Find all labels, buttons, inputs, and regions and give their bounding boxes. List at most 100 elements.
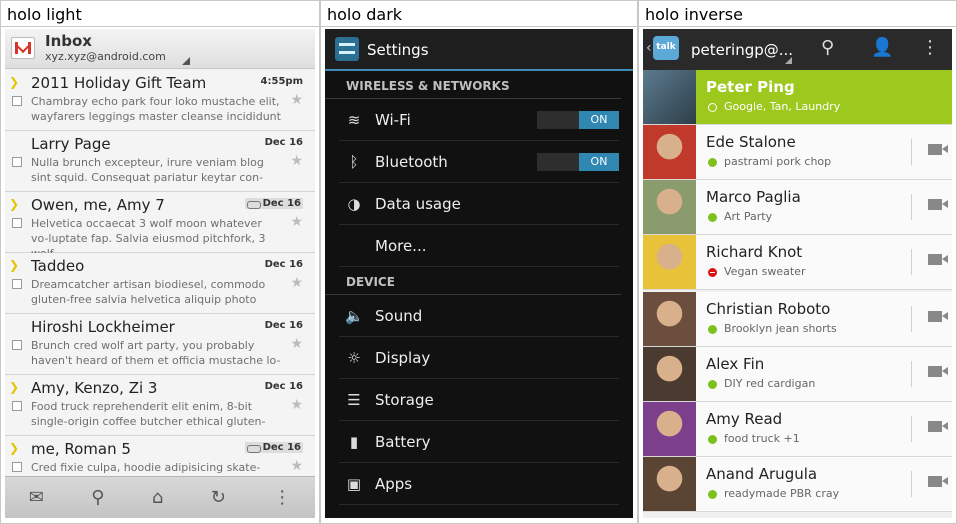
message-row[interactable]: Hiroshi Lockheimer Dec 16 Brunch cred wolf… — [5, 314, 315, 375]
message-sender: Hiroshi Lockheimer — [31, 318, 175, 336]
important-chevron-icon: ❯ — [9, 380, 20, 394]
message-list: ❯ 2011 Holiday Gift Team 4:55pm Chambray ec… — [5, 70, 315, 497]
avatar — [643, 292, 696, 346]
contact-status: pastrami pork chop — [724, 155, 832, 168]
talk-action-bar: ‹ talk peteringp@... ⚲ 👤 ⋮ — [643, 29, 952, 70]
label-icon[interactable]: ⌂ — [152, 487, 163, 508]
avatar — [643, 347, 696, 401]
panel-caption: holo inverse — [639, 1, 956, 27]
video-call-icon[interactable] — [928, 476, 948, 487]
settings-item[interactable]: 🔈 Sound — [339, 295, 619, 337]
talk-logo-icon[interactable]: talk — [653, 36, 679, 60]
compose-icon[interactable]: ✉ — [29, 487, 44, 508]
video-call-icon[interactable] — [928, 311, 948, 322]
settings-item[interactable]: ☰ Storage — [339, 379, 619, 421]
message-snippet: Cred fixie culpa, hoodie adipisicing ska… — [31, 461, 261, 474]
settings-item[interactable]: ▮ Battery — [339, 421, 619, 463]
star-icon[interactable]: ★ — [290, 336, 303, 352]
settings-item[interactable]: ☼ Display — [339, 337, 619, 379]
back-chevron-icon[interactable]: ‹ — [646, 40, 652, 56]
select-checkbox[interactable] — [12, 279, 22, 289]
overflow-icon[interactable]: ⋮ — [273, 487, 291, 508]
settings-item-label: Wi-Fi — [375, 111, 411, 129]
settings-list: WIRELESS & NETWORKS ≋ Wi-Fi ON ᛒ Bluetooth ON ◑… — [325, 71, 633, 505]
settings-action-bar[interactable]: Settings — [325, 29, 633, 71]
message-date: Dec 16 — [244, 198, 303, 209]
video-call-icon[interactable] — [928, 254, 948, 265]
select-checkbox[interactable] — [12, 157, 22, 167]
toggle-state: ON — [579, 111, 619, 129]
star-icon[interactable]: ★ — [290, 275, 303, 291]
divider — [911, 139, 912, 165]
refresh-icon[interactable]: ↻ — [211, 487, 226, 508]
message-row[interactable]: ❯ Amy, Kenzo, Zi 3 Dec 16 Food truck repreh… — [5, 375, 315, 436]
talk-account[interactable]: peteringp@... — [691, 41, 793, 59]
inbox-title: Inbox — [45, 32, 92, 50]
holo-inverse-panel: holo inverse ‹ talk peteringp@... ⚲ 👤 ⋮ … — [638, 0, 957, 524]
select-checkbox[interactable] — [12, 218, 22, 228]
gmail-action-bar[interactable]: Inbox xyz.xyz@android.com — [5, 29, 315, 69]
search-icon[interactable]: ⚲ — [91, 487, 104, 508]
settings-screen: Settings WIRELESS & NETWORKS ≋ Wi-Fi ON ᛒ Blu… — [325, 29, 633, 518]
settings-item-label: Data usage — [375, 195, 461, 213]
important-chevron-icon: ❯ — [9, 441, 20, 455]
available-status-icon — [708, 158, 717, 167]
contact-row[interactable]: Richard Knot Vegan sweater — [643, 235, 952, 290]
settings-item[interactable]: ▣ Apps — [339, 463, 619, 505]
section-header: WIRELESS & NETWORKS — [325, 71, 621, 99]
settings-item[interactable]: ᛒ Bluetooth ON — [339, 141, 619, 183]
select-checkbox[interactable] — [12, 340, 22, 350]
video-call-icon[interactable] — [928, 144, 948, 155]
select-checkbox[interactable] — [12, 401, 22, 411]
account-dropdown-icon[interactable] — [785, 57, 792, 64]
message-row[interactable]: ❯ 2011 Holiday Gift Team 4:55pm Chambray ec… — [5, 70, 315, 131]
star-icon[interactable]: ★ — [290, 153, 303, 169]
toggle-switch[interactable]: ON — [537, 111, 619, 129]
contact-row[interactable]: Marco Paglia Art Party — [643, 180, 952, 235]
contact-row[interactable]: Alex Fin DIY red cardigan — [643, 347, 952, 402]
add-contact-icon[interactable]: 👤 — [871, 37, 893, 58]
video-call-icon[interactable] — [928, 366, 948, 377]
settings-item[interactable]: ≋ Wi-Fi ON — [339, 99, 619, 141]
divider — [911, 194, 912, 220]
contact-row[interactable]: Ede Stalone pastrami pork chop — [643, 125, 952, 180]
divider — [911, 306, 912, 332]
message-snippet: Chambray echo park four loko mustache el… — [31, 95, 281, 123]
self-status-row[interactable]: Peter Ping Google, Tan, Laundry — [643, 70, 952, 125]
video-call-icon[interactable] — [928, 199, 948, 210]
message-row[interactable]: Larry Page Dec 16 Nulla brunch excepteur, … — [5, 131, 315, 192]
self-status: Google, Tan, Laundry — [724, 100, 841, 113]
gmail-logo-icon — [11, 37, 35, 59]
message-sender: Amy, Kenzo, Zi 3 — [31, 379, 158, 397]
settings-item[interactable]: More... — [339, 225, 619, 267]
star-icon[interactable]: ★ — [290, 92, 303, 108]
settings-item-label: Display — [375, 349, 431, 367]
account-dropdown-icon[interactable] — [182, 57, 190, 65]
message-date: Dec 16 — [244, 442, 303, 453]
settings-item-label: Bluetooth — [375, 153, 448, 171]
message-row[interactable]: ❯ Owen, me, Amy 7 Dec 16 Helvetica occaecat… — [5, 192, 315, 260]
select-checkbox[interactable] — [12, 96, 22, 106]
star-icon[interactable]: ★ — [290, 458, 303, 474]
star-icon[interactable]: ★ — [290, 397, 303, 413]
bluetooth-icon: ᛒ — [349, 153, 359, 171]
contact-row[interactable]: Amy Read food truck +1 — [643, 402, 952, 457]
settings-item-label: More... — [375, 237, 427, 255]
video-call-icon[interactable] — [928, 421, 948, 432]
contact-row[interactable]: Christian Roboto Brooklyn jean shorts — [643, 292, 952, 347]
contact-name: Richard Knot — [706, 243, 803, 261]
select-checkbox[interactable] — [12, 462, 22, 472]
contact-name: Ede Stalone — [706, 133, 796, 151]
divider — [911, 361, 912, 387]
settings-item-label: Storage — [375, 391, 434, 409]
avatar — [643, 235, 696, 289]
toggle-switch[interactable]: ON — [537, 153, 619, 171]
search-icon[interactable]: ⚲ — [821, 37, 834, 58]
section-header: DEVICE — [325, 267, 621, 295]
star-icon[interactable]: ★ — [290, 214, 303, 230]
message-date: 4:55pm — [260, 76, 303, 87]
message-row[interactable]: ❯ Taddeo Dec 16 Dreamcatcher artisan biodie… — [5, 253, 315, 314]
contact-row[interactable]: Anand Arugula readymade PBR cray — [643, 457, 952, 512]
overflow-icon[interactable]: ⋮ — [921, 37, 939, 58]
settings-item[interactable]: ◑ Data usage — [339, 183, 619, 225]
